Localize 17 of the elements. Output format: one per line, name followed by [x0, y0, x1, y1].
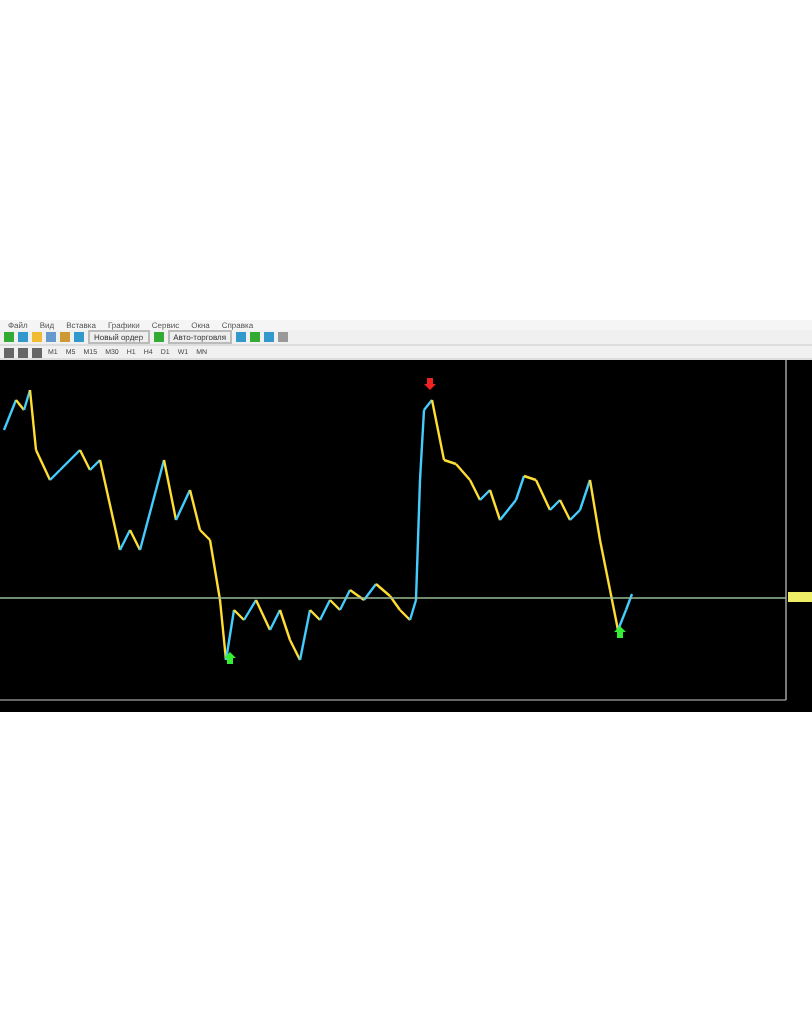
square-icon[interactable] [18, 347, 28, 358]
square-icon[interactable] [18, 332, 28, 343]
square-icon[interactable] [4, 347, 14, 358]
square-icon[interactable] [4, 332, 14, 343]
square-icon[interactable] [74, 332, 84, 343]
square-icon[interactable] [60, 332, 70, 343]
down-arrow-icon [424, 378, 436, 390]
square-icon[interactable] [250, 332, 261, 343]
price-marker [788, 592, 812, 602]
square-icon[interactable] [32, 347, 42, 358]
square-icon[interactable] [153, 332, 164, 343]
up-arrow-icon [224, 652, 236, 664]
square-icon[interactable] [278, 332, 289, 343]
square-icon[interactable] [46, 332, 56, 343]
square-icon[interactable] [236, 332, 247, 343]
square-icon[interactable] [264, 332, 275, 343]
up-arrow-icon [614, 626, 626, 638]
